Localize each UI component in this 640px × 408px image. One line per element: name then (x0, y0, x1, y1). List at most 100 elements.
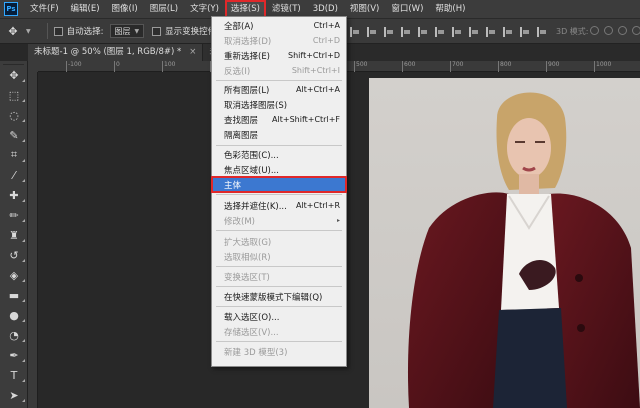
ruler-tick-label: -100 (66, 61, 82, 72)
menu-item-label: 变换选区(T) (224, 272, 270, 283)
menu-separator (216, 194, 342, 195)
menu-item-shortcut: Alt+Ctrl+R (295, 201, 340, 210)
3d-orbit-icon[interactable] (590, 26, 599, 35)
clone-stamp-tool-icon[interactable]: ♜ (0, 225, 28, 245)
select-menu-item[interactable]: 选择并遮住(K)... Alt+Ctrl+R (212, 198, 346, 213)
select-menu-item[interactable]: 修改(M) ▸ (212, 213, 346, 228)
align-left-icon[interactable] (401, 27, 411, 37)
distribute-center-icon[interactable] (520, 27, 530, 37)
history-brush-tool-icon[interactable]: ↺ (0, 245, 28, 265)
path-selection-tool-icon[interactable]: ➤ (0, 385, 28, 405)
gradient-tool-icon[interactable]: ▬ (0, 285, 28, 305)
menu-help[interactable]: 帮助(H) (429, 0, 471, 18)
3d-mode-label: 3D 模式: (556, 27, 589, 36)
menu-item-label: 取消选择图层(S) (224, 100, 288, 111)
align-bottom-icon[interactable] (384, 27, 394, 37)
3d-slide-icon[interactable] (632, 26, 640, 35)
menu-separator (216, 266, 342, 267)
menu-separator (216, 286, 342, 287)
select-menu-item[interactable]: 新建 3D 模型(3) (212, 344, 346, 359)
menu-view[interactable]: 视图(V) (344, 0, 385, 18)
tab-document-1[interactable]: 未标题-1 @ 50% (图层 1, RGB/8#) * × (28, 44, 204, 61)
distribute-bottom-icon[interactable] (486, 27, 496, 37)
lasso-tool-icon[interactable]: ◌ (0, 105, 28, 125)
ruler-tick-label: 0 (114, 61, 120, 72)
auto-select-target-dropdown[interactable]: 图层 ▼ (109, 24, 145, 38)
ruler-tick-label: 1000 (593, 61, 612, 72)
quick-select-tool-icon[interactable]: ✎ (0, 125, 28, 145)
menu-item-label: 色彩范围(C)... (224, 150, 279, 161)
select-menu-item[interactable]: 变换选区(T) (212, 269, 346, 284)
dodge-tool-icon[interactable]: ◔ (0, 325, 28, 345)
select-menu-item[interactable]: 取消选择图层(S) (212, 97, 346, 112)
align-middle-icon[interactable] (367, 27, 377, 37)
select-menu-item[interactable]: 取消选择(D) Ctrl+D (212, 33, 346, 48)
blur-tool-icon[interactable]: ● (0, 305, 28, 325)
select-menu-item[interactable]: 反选(I) Shift+Ctrl+I (212, 63, 346, 78)
select-menu-item[interactable]: 全部(A) Ctrl+A (212, 18, 346, 33)
menu-file[interactable]: 文件(F) (24, 0, 65, 18)
photoshop-logo-icon: Ps (4, 2, 18, 16)
select-menu-item[interactable]: 选取相似(R) (212, 249, 346, 264)
type-tool-icon[interactable]: T (0, 365, 28, 385)
align-controls (350, 19, 547, 45)
menu-item-shortcut: Ctrl+D (312, 36, 340, 45)
distribute-middle-icon[interactable] (469, 27, 479, 37)
3d-mode-controls (590, 26, 640, 35)
menu-item-label: 隔离图层 (224, 130, 259, 141)
close-icon[interactable]: × (189, 47, 196, 57)
menu-item-label: 修改(M) (224, 216, 255, 227)
document-image[interactable] (369, 78, 640, 408)
ruler-tick-label: 800 (497, 61, 512, 72)
menu-window[interactable]: 窗口(W) (385, 0, 429, 18)
select-menu-item[interactable]: 扩大选取(G) (212, 234, 346, 249)
eyedropper-tool-icon[interactable]: ⁄ (0, 165, 28, 185)
show-transform-controls-label: 显示变换控件 (165, 27, 217, 37)
3d-pan-icon[interactable] (618, 26, 627, 35)
submenu-arrow-icon: ▸ (336, 217, 340, 224)
fashion-model-photo (369, 78, 640, 408)
pen-tool-icon[interactable]: ✒ (0, 345, 28, 365)
select-menu-item[interactable]: 隔离图层 (212, 127, 346, 142)
menu-separator (216, 341, 342, 342)
auto-select-checkbox[interactable] (53, 26, 63, 36)
show-transform-controls-checkbox[interactable] (152, 26, 162, 36)
auto-select-target-value: 图层 (114, 26, 131, 36)
healing-brush-tool-icon[interactable]: ✚ (0, 185, 28, 205)
move-tool-icon[interactable]: ✥ (0, 65, 28, 85)
select-menu-item[interactable]: 重新选择(E) Shift+Ctrl+D (212, 48, 346, 63)
menu-image[interactable]: 图像(I) (106, 0, 144, 18)
ruler-tick-label: 900 (545, 61, 560, 72)
select-menu-item[interactable]: 色彩范围(C)... (212, 147, 346, 162)
menu-item-label: 载入选区(O)... (224, 312, 280, 323)
select-menu-item[interactable]: 所有图层(L) Alt+Ctrl+A (212, 82, 346, 97)
distribute-top-icon[interactable] (452, 27, 462, 37)
menu-edit[interactable]: 编辑(E) (65, 0, 106, 18)
eraser-tool-icon[interactable]: ◈ (0, 265, 28, 285)
select-menu-item[interactable]: 载入选区(O)... (212, 309, 346, 324)
ruler-vertical (28, 72, 38, 408)
brush-tool-icon[interactable]: ✏ (0, 205, 28, 225)
auto-select-label: 自动选择: (66, 27, 104, 37)
align-center-icon[interactable] (418, 27, 428, 37)
menu-item-label: 扩大选取(G) (224, 237, 272, 248)
3d-roll-icon[interactable] (604, 26, 613, 35)
menu-item-label: 重新选择(E) (224, 51, 271, 62)
select-menu-item[interactable]: 在快速蒙版模式下编辑(Q) (212, 289, 346, 304)
select-menu-item[interactable]: 焦点区域(U)... (212, 162, 346, 177)
select-menu-item[interactable]: 存储选区(V)... (212, 324, 346, 339)
select-menu-item[interactable]: 查找图层 Alt+Shift+Ctrl+F (212, 112, 346, 127)
crop-tool-icon[interactable]: ⌗ (0, 145, 28, 165)
align-top-icon[interactable] (350, 27, 360, 37)
select-menu-item[interactable]: 主体 (211, 176, 347, 193)
marquee-tool-icon[interactable]: ⬚ (0, 85, 28, 105)
menu-item-label: 主体 (224, 180, 242, 191)
align-right-icon[interactable] (435, 27, 445, 37)
chevron-down-icon[interactable]: ▼ (26, 28, 31, 35)
chevron-down-icon: ▼ (134, 27, 140, 35)
menu-layer[interactable]: 图层(L) (144, 0, 184, 18)
distribute-left-icon[interactable] (503, 27, 513, 37)
move-tool-preset-icon[interactable]: ✥ (0, 25, 26, 38)
distribute-right-icon[interactable] (537, 27, 547, 37)
menu-item-shortcut: Alt+Ctrl+A (296, 85, 340, 94)
